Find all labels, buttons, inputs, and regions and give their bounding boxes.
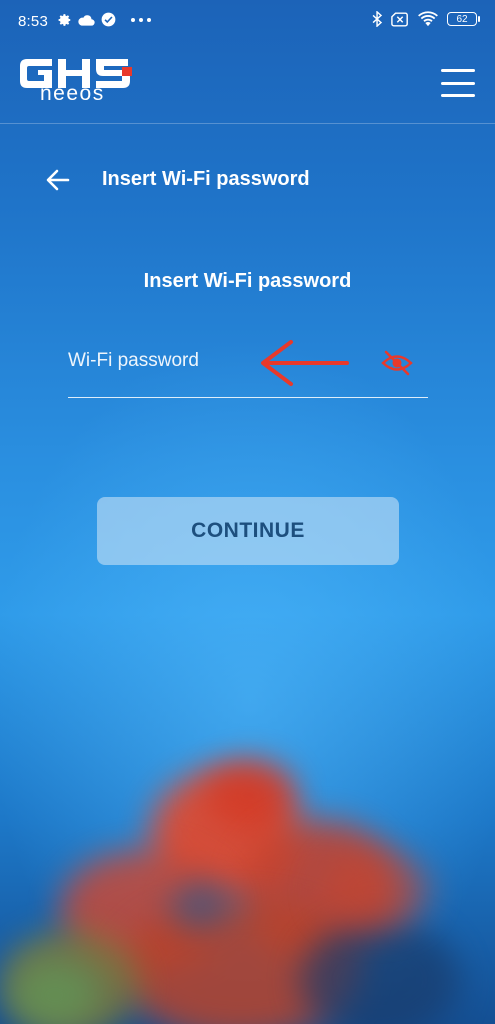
battery-level: 62 [456, 13, 468, 25]
status-left-icons [58, 12, 152, 27]
status-bar: 8:53 62 [0, 0, 495, 44]
cloud-icon [78, 14, 95, 26]
section-title: Insert Wi-Fi password [143, 270, 352, 292]
no-sim-icon [391, 11, 408, 27]
wifi-password-field [68, 332, 428, 398]
wifi-icon [418, 11, 438, 27]
arrow-left-icon[interactable] [42, 164, 74, 196]
app-header: neeos [0, 44, 495, 124]
logo-subtext: neeos [40, 82, 105, 105]
battery-icon: 62 [447, 12, 480, 26]
page-header: Insert Wi-Fi password [0, 150, 495, 210]
check-circle-icon [101, 12, 116, 27]
status-right-icons: 62 [372, 11, 480, 27]
continue-button[interactable]: CONTINUE [97, 497, 399, 565]
page-title: Insert Wi-Fi password [102, 168, 310, 190]
hamburger-menu-icon[interactable] [441, 69, 475, 97]
eye-off-icon[interactable] [380, 348, 414, 378]
bluetooth-icon [372, 11, 383, 27]
more-dots-icon [131, 17, 151, 22]
status-time: 8:53 [18, 13, 48, 30]
gear-icon [58, 13, 71, 26]
app-screen: 8:53 62 neeos Insert Wi-Fi password Inse… [0, 0, 495, 1024]
wifi-password-input[interactable] [68, 344, 368, 378]
